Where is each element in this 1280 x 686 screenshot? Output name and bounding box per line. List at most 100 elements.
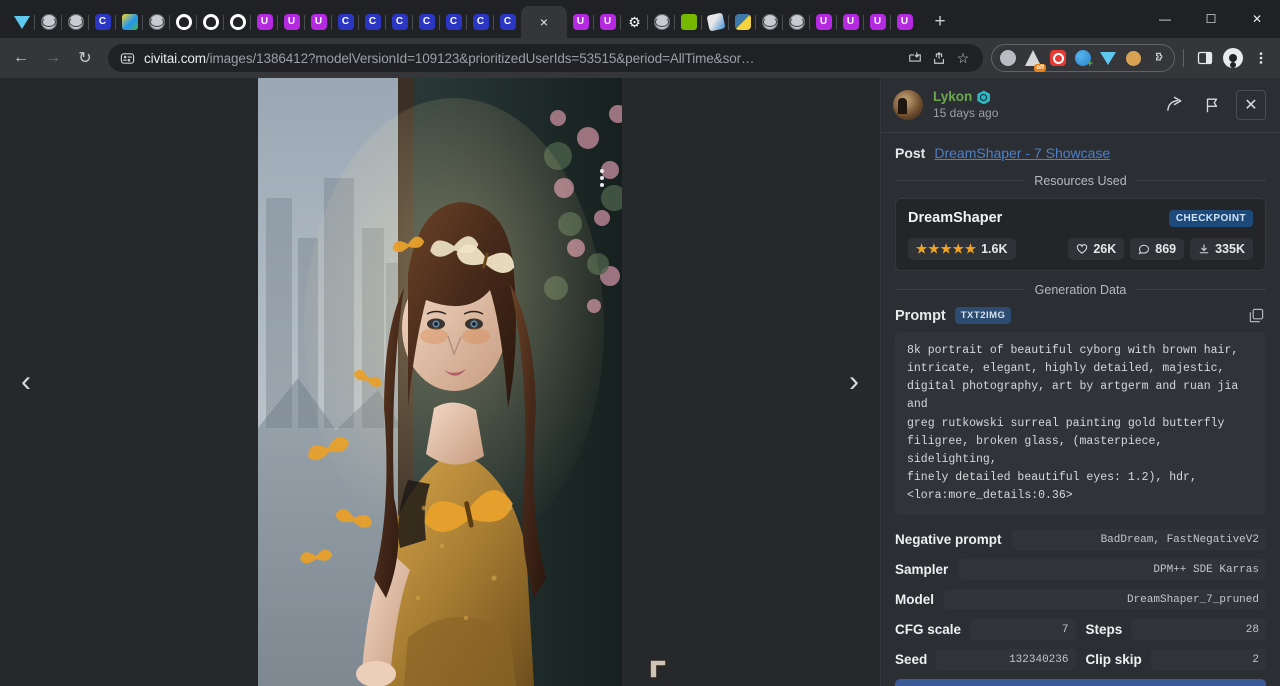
diamond-tab[interactable] [8, 6, 35, 38]
active-tab[interactable]: × [521, 6, 567, 38]
parameters-list: Negative promptBadDream, FastNegativeV2 S… [881, 529, 1280, 610]
share-page-icon[interactable] [927, 46, 951, 70]
civitai-tab-6[interactable]: C [440, 6, 467, 38]
comments-pill: 869 [1130, 238, 1184, 260]
github-tab-1[interactable] [170, 6, 197, 38]
maximize-button[interactable]: ☐ [1188, 0, 1234, 38]
resource-stats: ★★★★★ 1.6K 26K [908, 238, 1253, 260]
prompt-text[interactable]: 8k portrait of beautiful cyborg with bro… [895, 332, 1266, 515]
forward-button[interactable]: → [38, 43, 68, 73]
param-label: Clip skip [1086, 652, 1142, 667]
civitai-tab-3[interactable]: C [359, 6, 386, 38]
civitai-tab-4[interactable]: C [386, 6, 413, 38]
u-tab-8[interactable]: U [864, 6, 891, 38]
u-tab-1[interactable]: U [251, 6, 278, 38]
param-label: Negative prompt [895, 532, 1002, 547]
report-button[interactable] [1198, 91, 1226, 119]
globe-tab-2[interactable] [62, 6, 89, 38]
u-tab-2[interactable]: U [278, 6, 305, 38]
generate-action-button[interactable] [895, 679, 1266, 686]
panel-scroll-area[interactable]: Post DreamShaper - 7 Showcase Resources … [881, 133, 1280, 686]
user-avatar[interactable] [893, 90, 923, 120]
param-row: ModelDreamShaper_7_pruned [881, 589, 1280, 610]
globe-tab-6[interactable] [783, 6, 810, 38]
github-tab-3[interactable] [224, 6, 251, 38]
site-settings-icon[interactable] [118, 49, 136, 67]
u-icon: U [311, 14, 327, 30]
globe-icon [41, 14, 57, 30]
back-button[interactable]: ← [6, 43, 36, 73]
star-icon: ★ [928, 243, 939, 256]
share-button[interactable] [1160, 91, 1188, 119]
install-app-icon[interactable] [903, 46, 927, 70]
civitai-tab-1[interactable]: C [89, 6, 116, 38]
u-tab-4[interactable]: U [567, 6, 594, 38]
civitai-tab-7[interactable]: C [467, 6, 494, 38]
settings-tab[interactable]: ⚙ [621, 6, 648, 38]
u-tab-5[interactable]: U [594, 6, 621, 38]
next-image-button[interactable]: › [834, 362, 874, 402]
minimize-button[interactable]: — [1142, 0, 1188, 38]
param-label: Model [895, 592, 934, 607]
window-close-button[interactable]: ✕ [1234, 0, 1280, 38]
u-tab-9[interactable]: U [891, 6, 918, 38]
civitai-tab-8[interactable]: C [494, 6, 521, 38]
civitai-tab-5[interactable]: C [413, 6, 440, 38]
browser-toolbar: ← → ↻ civitai.com/images/1386412?modelVe… [0, 38, 1280, 78]
image-options-menu-button[interactable] [590, 164, 614, 192]
address-bar[interactable]: civitai.com/images/1386412?modelVersionI… [108, 44, 983, 72]
username-link[interactable]: Lykon [933, 89, 972, 106]
prompt-label: Prompt [895, 308, 946, 324]
side-panel-button[interactable] [1192, 45, 1218, 71]
cookie-extension-icon[interactable] [1121, 46, 1145, 70]
close-panel-button[interactable]: ✕ [1236, 90, 1266, 120]
minimize-icon: — [1159, 12, 1171, 26]
python-tab[interactable] [729, 6, 756, 38]
diamond-extension-icon[interactable] [1096, 46, 1120, 70]
previous-image-button[interactable]: ‹ [6, 362, 46, 402]
tabs-container: CUUUCCCCCCC×UU⚙UUUU [8, 6, 918, 38]
u-tab-7[interactable]: U [837, 6, 864, 38]
cursor-corner-marker [648, 658, 668, 680]
copy-prompt-button[interactable] [1248, 307, 1266, 325]
nvidia-tab[interactable] [675, 6, 702, 38]
civitai-tab-2[interactable]: C [332, 6, 359, 38]
u-tab-6[interactable]: U [810, 6, 837, 38]
globe-tab-3[interactable] [143, 6, 170, 38]
u-icon: U [573, 14, 589, 30]
adblock-off-extension-icon[interactable]: off [1021, 46, 1045, 70]
gear-icon: ⚙ [627, 14, 643, 30]
translate-extension-icon[interactable] [1071, 46, 1095, 70]
u-icon: U [257, 14, 273, 30]
parameters-split-list: CFG scale7Steps28Seed132340236Clip skip2 [881, 619, 1280, 670]
new-tab-button[interactable]: + [924, 6, 956, 38]
window-controls: — ☐ ✕ [1142, 0, 1280, 38]
resource-card[interactable]: DreamShaper CHECKPOINT ★★★★★ 1.6K [895, 198, 1266, 271]
browser-menu-button[interactable] [1248, 45, 1274, 71]
u-tab-3[interactable]: U [305, 6, 332, 38]
tab-close-icon[interactable]: × [540, 15, 548, 29]
paint-tab[interactable] [702, 6, 729, 38]
post-link[interactable]: DreamShaper - 7 Showcase [934, 145, 1110, 161]
menu-dot [600, 169, 604, 173]
user-meta: Lykon 15 days ago [933, 89, 1150, 121]
globe-extension-icon[interactable] [996, 46, 1020, 70]
profile-button[interactable] [1220, 45, 1246, 71]
comments-count: 869 [1155, 242, 1176, 256]
post-timestamp: 15 days ago [933, 106, 1150, 121]
globe-tab-1[interactable] [35, 6, 62, 38]
param-half: CFG scale7 [895, 619, 1076, 640]
star-icon: ★ [940, 243, 951, 256]
recorder-extension-icon[interactable] [1046, 46, 1070, 70]
param-row: SamplerDPM++ SDE Karras [881, 559, 1280, 580]
extensions-puzzle-icon[interactable] [1146, 46, 1170, 70]
store-tab[interactable] [116, 6, 143, 38]
globe-tab-5[interactable] [756, 6, 783, 38]
globe-tab-4[interactable] [648, 6, 675, 38]
reload-button[interactable]: ↻ [70, 43, 100, 73]
param-row: Negative promptBadDream, FastNegativeV2 [881, 529, 1280, 550]
panel-header: Lykon 15 days ago ✕ [881, 78, 1280, 133]
window-close-icon: ✕ [1252, 12, 1262, 26]
bookmark-star-icon[interactable]: ☆ [951, 46, 975, 70]
github-tab-2[interactable] [197, 6, 224, 38]
